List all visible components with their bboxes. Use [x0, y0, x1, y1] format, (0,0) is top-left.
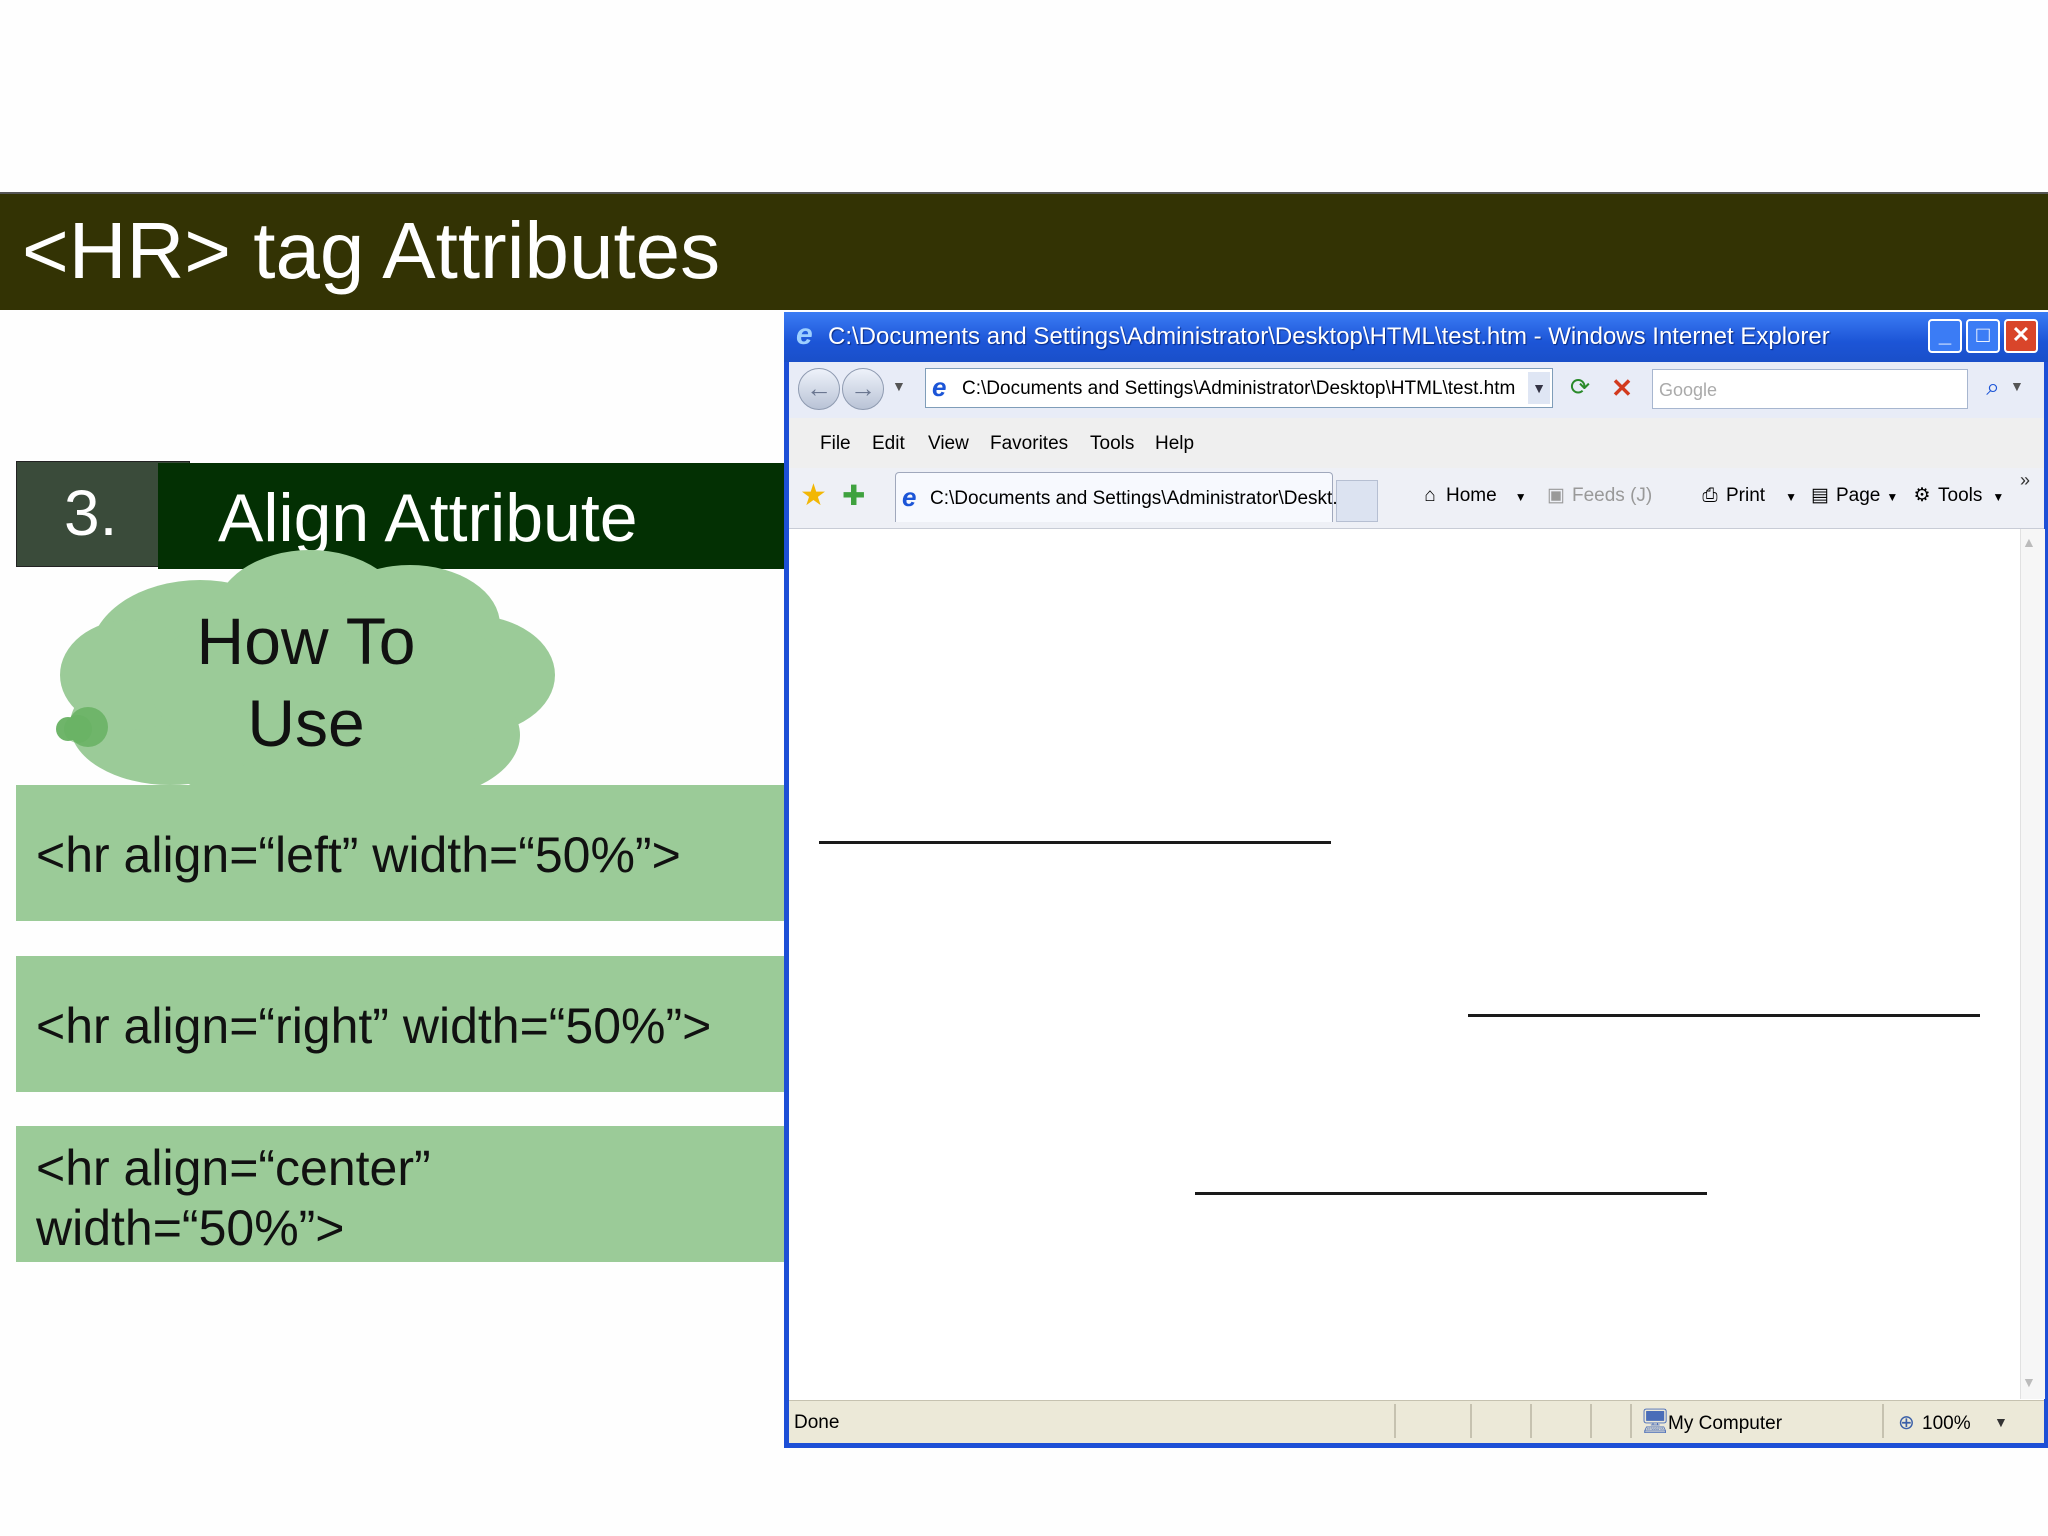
scroll-up-icon[interactable]: ▲ [2022, 534, 2036, 550]
status-divider [1630, 1404, 1632, 1438]
chevron-more-icon[interactable]: » [2020, 470, 2030, 491]
print-icon: ⎙ [1702, 485, 1718, 506]
back-icon[interactable]: ← [798, 368, 840, 410]
computer-icon: 🖥 [1640, 1408, 1671, 1435]
menu-tools[interactable]: Tools [1090, 432, 1134, 456]
menu-edit[interactable]: Edit [872, 432, 905, 456]
status-zoom[interactable]: 100% [1922, 1413, 1971, 1435]
cloud-label: How To Use [196, 604, 416, 760]
ie-logo-icon: e [796, 318, 813, 351]
chevron-down-icon[interactable]: ▼ [1785, 490, 1797, 504]
close-icon[interactable]: ✕ [2004, 319, 2038, 353]
print-label: Print [1726, 485, 1766, 506]
search-icon[interactable]: ⌕ [1978, 370, 2008, 406]
hr-left-aligned [819, 841, 1331, 844]
status-divider [1882, 1404, 1884, 1438]
refresh-icon[interactable]: ⟳ [1563, 370, 1597, 406]
section-number: 3. [64, 477, 118, 549]
tab-label[interactable]: C:\Documents and Settings\Administrator\… [930, 488, 1348, 510]
code-example-right: <hr align=“right” width=“50%”> [36, 998, 712, 1054]
hr-right-aligned [1468, 1014, 1980, 1017]
status-divider [1530, 1404, 1532, 1438]
status-divider [1394, 1404, 1396, 1438]
vertical-scrollbar[interactable] [2020, 529, 2045, 1399]
chevron-down-icon[interactable]: ▼ [1994, 1414, 2008, 1430]
menu-help[interactable]: Help [1155, 432, 1194, 456]
status-zone: My Computer [1668, 1413, 1783, 1434]
menu-view[interactable]: View [928, 432, 969, 456]
feeds-button[interactable]: ▣ Feeds (J) [1544, 482, 1652, 510]
tools-button[interactable]: ⚙ Tools ▼ [1910, 482, 2004, 511]
status-divider [1590, 1404, 1592, 1438]
page-button[interactable]: ▤ Page ▼ [1808, 482, 1898, 511]
zoom-icon[interactable]: ⊕ [1898, 1410, 1915, 1435]
new-tab-button[interactable] [1336, 480, 1378, 522]
forward-icon[interactable]: → [842, 368, 884, 410]
page-icon: ▤ [1811, 485, 1829, 506]
ie-logo-icon: e [902, 482, 917, 512]
hr-center-aligned [1195, 1192, 1707, 1195]
add-favorite-icon[interactable]: ✚ [842, 476, 865, 516]
chevron-down-icon[interactable]: ▼ [1886, 490, 1898, 504]
minimize-icon[interactable]: _ [1928, 319, 1962, 353]
favorites-star-icon[interactable]: ★ [800, 476, 827, 516]
scroll-down-icon[interactable]: ▼ [2022, 1374, 2036, 1390]
chevron-down-icon[interactable]: ▼ [1992, 490, 2004, 504]
browser-content [794, 529, 2024, 1399]
tools-label: Tools [1938, 485, 1983, 506]
ie-logo-icon: e [932, 372, 947, 402]
chevron-down-icon[interactable]: ▼ [1515, 490, 1527, 504]
code-example-center: <hr align=“center” width=“50%”> [36, 1140, 431, 1256]
address-text[interactable]: C:\Documents and Settings\Administrator\… [962, 378, 1515, 400]
chevron-down-icon[interactable]: ▼ [1528, 372, 1550, 404]
feeds-label: Feeds (J) [1572, 485, 1653, 506]
home-button[interactable]: ⌂ Home ▼ [1418, 482, 1527, 511]
maximize-icon[interactable]: □ [1966, 319, 2000, 353]
home-icon: ⌂ [1424, 485, 1436, 506]
chevron-down-icon[interactable]: ▼ [892, 378, 906, 394]
stop-icon[interactable]: ✕ [1605, 370, 1639, 406]
home-label: Home [1446, 485, 1497, 506]
search-placeholder: Google [1659, 380, 1718, 400]
browser-window-title: C:\Documents and Settings\Administrator\… [828, 323, 1830, 350]
print-button[interactable]: ⎙ Print ▼ [1698, 482, 1797, 511]
feeds-icon: ▣ [1547, 485, 1565, 506]
status-divider [1470, 1404, 1472, 1438]
status-bar [789, 1400, 2044, 1443]
menu-favorites[interactable]: Favorites [990, 432, 1068, 456]
tools-gear-icon: ⚙ [1913, 485, 1931, 506]
menu-file[interactable]: File [820, 432, 851, 456]
page-label: Page [1836, 485, 1881, 506]
slide-title: <HR> tag Attributes [22, 206, 721, 295]
chevron-down-icon[interactable]: ▼ [2010, 378, 2024, 394]
status-text: Done [794, 1412, 840, 1433]
code-example-left: <hr align=“left” width=“50%”> [36, 827, 681, 883]
menu-bar [789, 418, 2044, 469]
